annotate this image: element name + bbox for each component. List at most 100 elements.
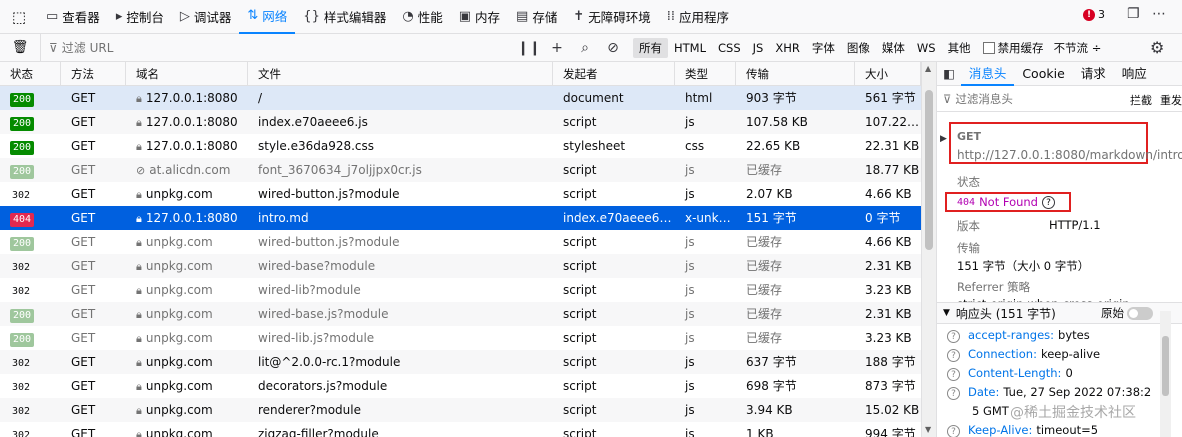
response-header[interactable]: ? accept-ranges: bytes [947,328,1167,347]
help-icon[interactable]: ? [947,368,960,381]
trash-icon[interactable]: 🗑 [0,40,40,55]
tab-debugger[interactable]: ▷ 调试器 [172,0,240,34]
table-row[interactable]: 200 GET 🔒︎ unpkg.com wired-button.js?module s… [0,230,921,254]
tab-style-editor[interactable]: {} 样式编辑器 [295,0,394,34]
raw-toggle[interactable] [1127,307,1153,320]
type-filter-css[interactable]: CSS [712,39,747,57]
response-header[interactable]: ? Connection: keep-alive [947,347,1167,366]
size-cell: 994 字节 [865,427,916,437]
resend-button[interactable]: 重发 [1160,92,1182,108]
tab-performance[interactable]: ◔ 性能 [394,0,450,34]
domain-cell: ⊘ at.alicdn.com [126,158,248,182]
col-file[interactable]: 文件 [248,62,553,86]
header-value: Tue, 27 Sep 2022 07:38:2 [1003,385,1152,399]
domain-cell: 🔒︎ unpkg.com [126,278,248,302]
disable-cache-checkbox[interactable]: 禁用缓存 [982,40,1044,56]
table-row[interactable]: 302 GET 🔒︎ unpkg.com wired-base?module script… [0,254,921,278]
tab-memory[interactable]: ▣ 内存 [451,0,508,34]
tab-network[interactable]: ⇅ 网络 [239,0,296,34]
error-count-badge[interactable]: ! 3 [1083,8,1105,21]
table-row[interactable]: 302 GET 🔒︎ unpkg.com wired-button.js?module s… [0,182,921,206]
table-row[interactable]: 200 GET 🔒︎ unpkg.com wired-base.js?module scr… [0,302,921,326]
type-filter-font[interactable]: 字体 [806,38,841,58]
col-status[interactable]: 状态 [0,62,61,86]
col-domain[interactable]: 域名 [126,62,248,86]
request-url-summary[interactable]: ▶ GET http://127.0.0.1:8080/markdown/int… [940,122,1182,164]
transfer-cell: 698 字节 [746,379,797,393]
search-icon[interactable]: ⌕ [571,40,599,56]
tab-console[interactable]: ▸ 控制台 [108,0,172,34]
tab-storage[interactable]: ▤ 存储 [508,0,565,34]
help-icon[interactable]: ? [947,387,960,400]
type-filter-xhr[interactable]: XHR [769,39,806,57]
response-header[interactable]: ? Content-Length: 0 [947,366,1167,385]
type-filter-ws[interactable]: WS [911,39,942,57]
tab-headers[interactable]: 消息头 [960,62,1015,86]
initiator-cell: stylesheet [563,139,626,153]
table-row[interactable]: 302 GET 🔒︎ unpkg.com decorators.js?module scr… [0,374,921,398]
block-button[interactable]: 拦截 [1130,92,1152,108]
panel-scrollbar-thumb[interactable] [1162,336,1169,396]
tab-accessibility[interactable]: ✝ 无障碍环境 [565,0,658,34]
pause-icon[interactable]: ❙❙ [515,40,543,56]
gear-icon[interactable]: ⚙ [1150,38,1164,57]
add-icon[interactable]: + [543,40,571,56]
table-row[interactable]: 200 GET 🔒︎ 127.0.0.1:8080 / document html 903 字… [0,86,921,110]
type-filters: 所有 HTML CSS JS XHR 字体 图像 媒体 WS 其他 [633,37,977,58]
table-row[interactable]: 302 GET 🔒︎ unpkg.com renderer?module script js… [0,398,921,422]
tab-cookies[interactable]: Cookie [1014,62,1072,86]
table-row[interactable]: 404 GET 🔒︎ 127.0.0.1:8080 intro.md index.e70a… [0,206,921,230]
help-icon[interactable]: ? [947,330,960,343]
type-filter-image[interactable]: 图像 [841,38,876,58]
throttle-select[interactable]: 不节流 ÷ [1054,40,1102,56]
col-type[interactable]: 类型 [675,62,736,86]
tab-application[interactable]: ⁞⁞ 应用程序 [659,0,737,34]
toggle-panel-icon[interactable]: ◧ [937,62,961,86]
tab-request[interactable]: 请求 [1073,62,1114,86]
status-badge: 200 [10,333,35,347]
type-filter-media[interactable]: 媒体 [876,38,911,58]
type-filter-all[interactable]: 所有 [633,37,668,58]
table-row[interactable]: 302 GET 🔒︎ unpkg.com zigzag-filler?module scr… [0,422,921,437]
panel-scrollbar[interactable] [1160,311,1171,437]
col-method[interactable]: 方法 [61,62,126,86]
table-row[interactable]: 302 GET 🔒︎ unpkg.com lit@^2.0.0-rc.1?module s… [0,350,921,374]
help-icon[interactable]: ? [1041,195,1055,209]
size-cell: 4.66 KB [865,187,912,201]
table-row[interactable]: 302 GET 🔒︎ unpkg.com wired-lib?module script j… [0,278,921,302]
file-cell: wired-button.js?module [258,235,400,249]
tab-inspector[interactable]: ▭ 查看器 [38,0,108,34]
help-icon[interactable]: ? [947,349,960,362]
more-options-icon[interactable]: ⋯ [1152,6,1166,22]
table-row[interactable]: 200 GET ⊘ at.alicdn.com font_3670634_j7oljjp… [0,158,921,182]
tab-response[interactable]: 响应 [1114,62,1155,86]
scroll-up-icon[interactable]: ▲ [925,64,931,73]
url-filter-input[interactable]: ⊽ 过滤 URL [40,33,515,62]
type-filter-html[interactable]: HTML [668,39,712,57]
filter-icon: ⊽ [943,91,952,106]
status-badge: 302 [12,358,31,369]
table-row[interactable]: 200 GET 🔒︎ 127.0.0.1:8080 style.e36da928.css… [0,134,921,158]
status-badge: 200 [10,93,35,107]
scroll-down-icon[interactable]: ▼ [925,425,931,434]
response-headers-section[interactable]: ▼ 响应头 (151 字节) 原始 [937,302,1182,324]
response-header[interactable]: ? Keep-Alive: timeout=5 [947,423,1167,437]
scrollbar-thumb[interactable] [925,90,933,250]
col-transfer[interactable]: 传输 [736,62,855,86]
block-icon[interactable]: ⊘ [599,40,627,56]
col-size[interactable]: 大小 [855,62,921,86]
element-picker-icon[interactable]: ⬚ [0,0,38,34]
table-scrollbar[interactable]: ▲ ▼ [921,62,936,437]
debugger-icon: ▷ [179,9,190,24]
headers-filter-input[interactable]: ⊽ 过滤消息头 拦截 重发 [937,86,1182,112]
table-row[interactable]: 200 GET 🔒︎ 127.0.0.1:8080 index.e70aeee6.js s… [0,110,921,134]
table-row[interactable]: 200 GET 🔒︎ unpkg.com wired-lib.js?module scri… [0,326,921,350]
status-cell: 404 [0,206,61,230]
col-initiator[interactable]: 发起者 [553,62,675,86]
initiator-cell: script [563,403,597,417]
type-filter-js[interactable]: JS [747,39,770,57]
dock-icon[interactable]: ❐ [1127,6,1140,22]
type-filter-other[interactable]: 其他 [942,38,977,58]
type-cell: js [685,259,695,273]
help-icon[interactable]: ? [947,425,960,437]
